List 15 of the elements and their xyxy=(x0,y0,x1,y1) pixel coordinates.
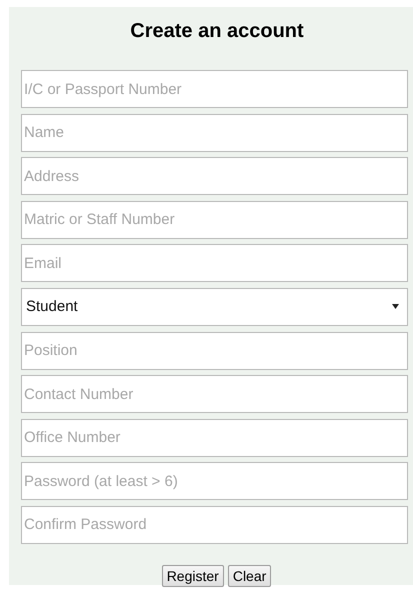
input-field[interactable]: Matric or Staff Number xyxy=(21,200,408,239)
input-field[interactable]: Name xyxy=(21,114,408,152)
input-field[interactable]: Email xyxy=(21,244,408,282)
register-button[interactable]: Register xyxy=(162,564,224,587)
password-field[interactable]: Password (at least > 6) xyxy=(21,462,408,500)
input-field[interactable]: Position xyxy=(21,332,408,370)
input-field[interactable]: I/C or Passport Number xyxy=(21,70,408,108)
role-dropdown[interactable]: Student xyxy=(21,288,408,326)
clear-button[interactable]: Clear xyxy=(228,564,272,587)
password-field[interactable]: Confirm Password xyxy=(21,506,408,544)
form-title: Create an account xyxy=(129,19,305,44)
input-field[interactable]: Address xyxy=(21,157,408,196)
input-field[interactable]: Contact Number xyxy=(21,375,408,414)
input-field[interactable]: Office Number xyxy=(21,418,408,457)
caret-icon xyxy=(392,304,399,310)
